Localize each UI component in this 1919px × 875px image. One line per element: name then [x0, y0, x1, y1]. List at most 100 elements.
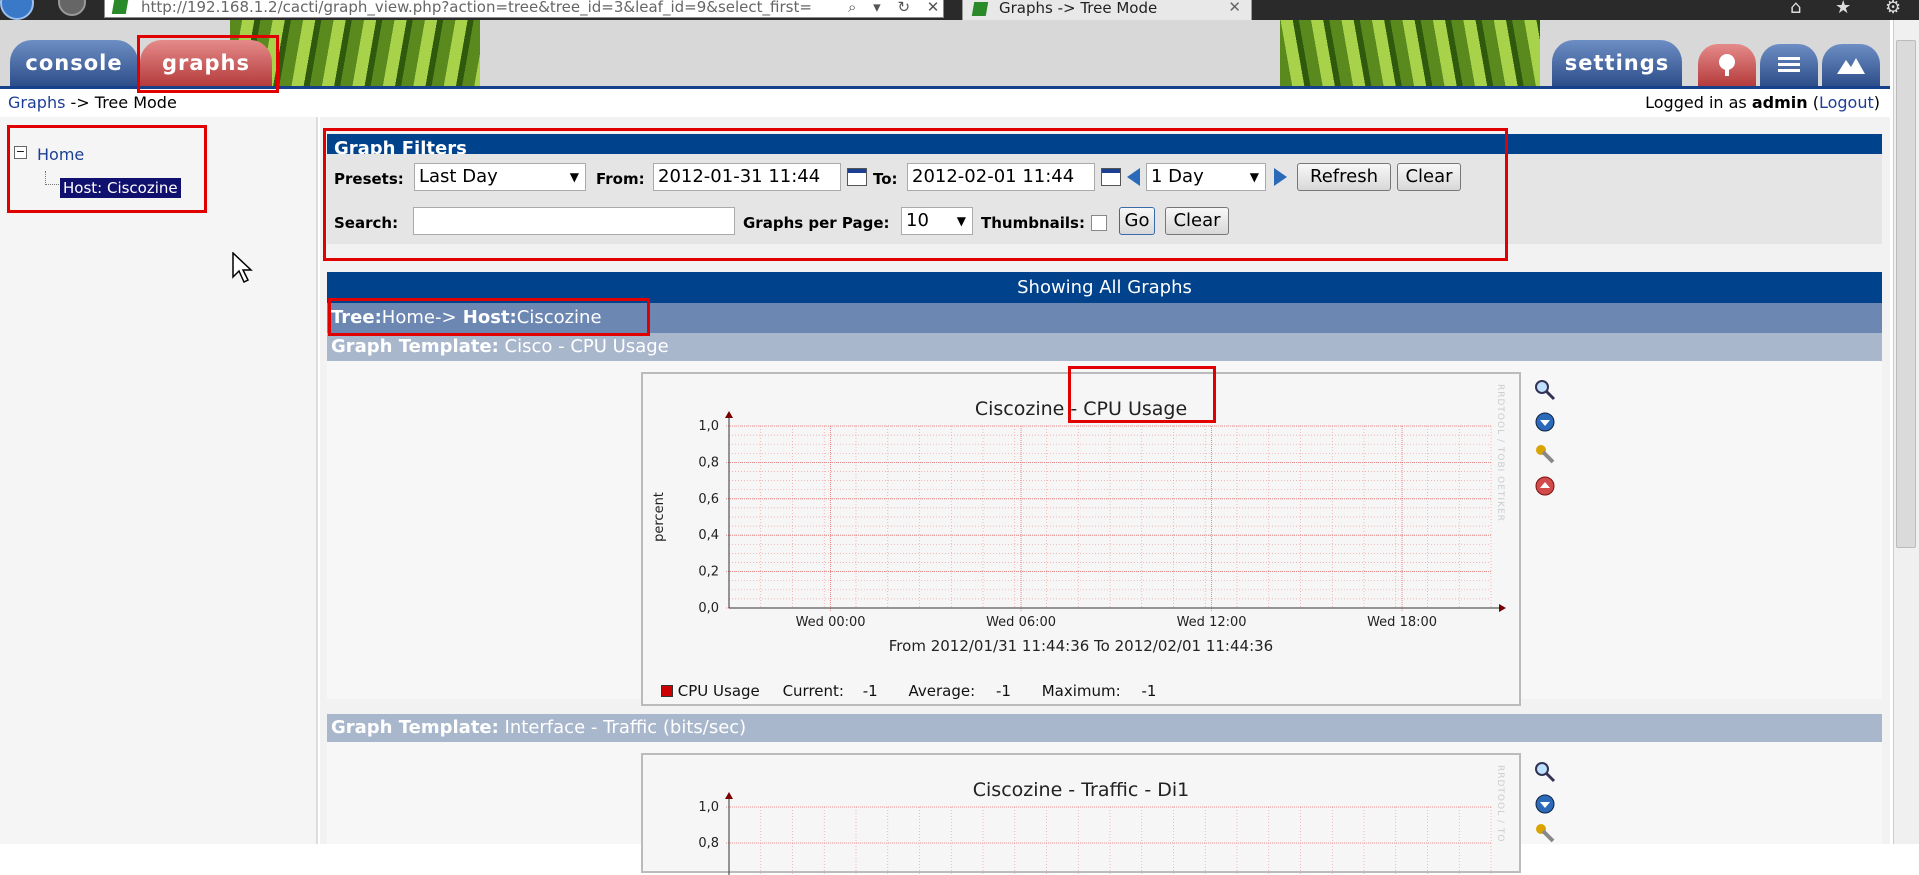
login-paren-close: ) — [1873, 93, 1880, 112]
host-key: Host: — [456, 307, 517, 328]
graphs-per-page-label: Graphs per Page: — [743, 214, 890, 232]
login-paren-open: ( — [1807, 93, 1819, 112]
tab-console[interactable]: console — [10, 40, 138, 86]
main-content: Graph Filters Presets: Last Day ▼ From: … — [320, 117, 1890, 875]
cacti-favicon-icon — [111, 0, 129, 14]
y-tick-label: 0,0 — [698, 601, 719, 616]
close-tab-icon[interactable]: ✕ — [1228, 0, 1241, 16]
traffic-graph[interactable]: Ciscozine - Traffic - Di1 RRDTOOL / TO 1… — [641, 753, 1521, 875]
tab-settings[interactable]: settings — [1552, 40, 1682, 86]
from-calendar-icon[interactable] — [847, 168, 867, 186]
breadcrumb: Graphs -> Tree Mode — [8, 93, 177, 112]
tree-item-host-ciscozine[interactable]: Host: Ciscozine — [60, 178, 181, 198]
y-axis-arrow — [725, 411, 733, 418]
presets-select[interactable]: Last Day ▼ — [414, 163, 586, 191]
search-input[interactable] — [413, 207, 735, 235]
go-button[interactable]: Go — [1119, 207, 1155, 235]
chevron-down-icon: ▼ — [569, 170, 579, 184]
breadcrumb-graphs-link[interactable]: Graphs — [8, 93, 65, 112]
breadcrumb-current: -> Tree Mode — [65, 93, 177, 112]
address-url: http://192.168.1.2/cacti/graph_view.php?… — [141, 0, 812, 16]
cacti-header: console graphs settings — [0, 20, 1890, 86]
tree-item-home[interactable]: Home — [37, 145, 84, 164]
graph-debug-wrench-icon[interactable] — [1534, 443, 1556, 465]
login-status: Logged in as admin (Logout) — [1645, 93, 1880, 112]
y-axis-label: percent — [652, 492, 667, 542]
tree-icon — [1719, 54, 1735, 76]
x-axis-arrow — [1499, 604, 1506, 612]
legend-maximum-value: -1 — [1141, 682, 1157, 700]
legend-average-value: -1 — [995, 682, 1011, 700]
legend-series-name: CPU Usage — [677, 682, 760, 700]
tree-view-tab[interactable] — [1698, 44, 1756, 86]
y-tick-label: 1,0 — [698, 419, 719, 434]
legend-swatch — [661, 685, 673, 697]
tree-connector — [45, 171, 59, 185]
from-date-input[interactable]: 2012-01-31 11:44 — [653, 163, 841, 191]
search-label: Search: — [334, 214, 399, 232]
preview-view-tab[interactable] — [1822, 44, 1880, 86]
legend-current-value: -1 — [862, 682, 878, 700]
shift-left-arrow-icon[interactable] — [1127, 168, 1140, 186]
back-button[interactable] — [0, 0, 34, 20]
header-decoration-right — [1280, 20, 1540, 86]
refresh-button[interactable]: Refresh — [1297, 163, 1391, 191]
browser-window-icons[interactable]: ⌂ ★ ⚙ — [1790, 0, 1915, 18]
from-label: From: — [596, 170, 645, 188]
timespan-value: 1 Day — [1151, 166, 1204, 187]
traffic-plot: 1,00,8 — [698, 792, 1492, 875]
legend-maximum-label: Maximum: — [1041, 682, 1121, 700]
login-user: admin — [1751, 93, 1808, 112]
tree-key: Tree: — [331, 307, 382, 328]
graph-template-bar-cpu: Graph Template: Cisco - CPU Usage — [327, 333, 1882, 361]
showing-all-graphs-bar: Showing All Graphs — [327, 272, 1882, 303]
graph-export-icon[interactable] — [1534, 411, 1556, 433]
cpu-usage-plot: 1,0 0,8 0,6 0,4 0,2 0,0 Wed 00:00 Wed 06:00 Wed … — [652, 411, 1506, 655]
zoom-graph-icon[interactable] — [1534, 761, 1556, 783]
timespan-select[interactable]: 1 Day ▼ — [1146, 163, 1266, 191]
mountain-icon — [1837, 58, 1865, 74]
shift-right-arrow-icon[interactable] — [1274, 168, 1287, 186]
graph-legend: CPU Usage Current: -1 Average: -1 Maximu… — [661, 682, 1156, 700]
list-icon — [1778, 57, 1800, 72]
graph-template-bar-traffic: Graph Template: Interface - Traffic (bit… — [327, 714, 1882, 742]
list-view-tab[interactable] — [1760, 44, 1818, 86]
clear-dates-button[interactable]: Clear — [1397, 163, 1461, 191]
thumbnails-label: Thumbnails: — [981, 214, 1085, 232]
to-label: To: — [873, 170, 898, 188]
graph-template-key: Graph Template: — [331, 717, 499, 738]
browser-tab-title: Graphs -> Tree Mode — [999, 0, 1158, 17]
legend-average-label: Average: — [908, 682, 976, 700]
to-date-input[interactable]: 2012-02-01 11:44 — [907, 163, 1095, 191]
y-tick-label: 0,4 — [698, 528, 719, 543]
forward-button[interactable] — [58, 0, 86, 16]
scrollbar-thumb[interactable] — [1896, 40, 1916, 548]
cpu-usage-graph[interactable]: Ciscozine - CPU Usage RRDTOOL / TOBI OET… — [641, 372, 1521, 706]
graph-export-icon[interactable] — [1534, 793, 1556, 815]
to-calendar-icon[interactable] — [1101, 168, 1121, 186]
tree-pane: − Home — [0, 117, 318, 844]
cacti-favicon-icon — [971, 2, 989, 16]
graph-template-key: Graph Template: — [331, 336, 499, 357]
graphs-per-page-select[interactable]: 10 ▼ — [901, 207, 973, 235]
tree-collapse-icon[interactable]: − — [14, 146, 27, 159]
clear-filter-button[interactable]: Clear — [1165, 207, 1229, 235]
x-tick-label: Wed 18:00 — [1367, 615, 1437, 630]
graph-debug-wrench-icon[interactable] — [1534, 822, 1556, 844]
tree-value: Home-> — [381, 307, 457, 328]
address-bar[interactable]: http://192.168.1.2/cacti/graph_view.php?… — [104, 0, 944, 18]
graph-top-arrow-icon[interactable] — [1534, 475, 1556, 497]
zoom-graph-icon[interactable] — [1534, 379, 1556, 401]
y-tick-label: 0,2 — [698, 565, 719, 580]
logout-link[interactable]: Logout — [1819, 93, 1874, 112]
browser-tab[interactable]: Graphs -> Tree Mode ✕ — [962, 0, 1252, 20]
x-tick-label: Wed 12:00 — [1177, 615, 1247, 630]
presets-label: Presets: — [334, 170, 404, 188]
presets-value: Last Day — [419, 166, 498, 187]
tab-graphs[interactable]: graphs — [140, 40, 272, 86]
graph-date-range: From 2012/01/31 11:44:36 To 2012/02/01 1… — [889, 637, 1273, 655]
address-bar-icons[interactable]: ⌕ ▾ ↻ ✕ — [848, 0, 945, 16]
chevron-down-icon: ▼ — [956, 214, 966, 228]
thumbnails-checkbox[interactable] — [1091, 215, 1107, 231]
chevron-down-icon: ▼ — [1249, 170, 1259, 184]
